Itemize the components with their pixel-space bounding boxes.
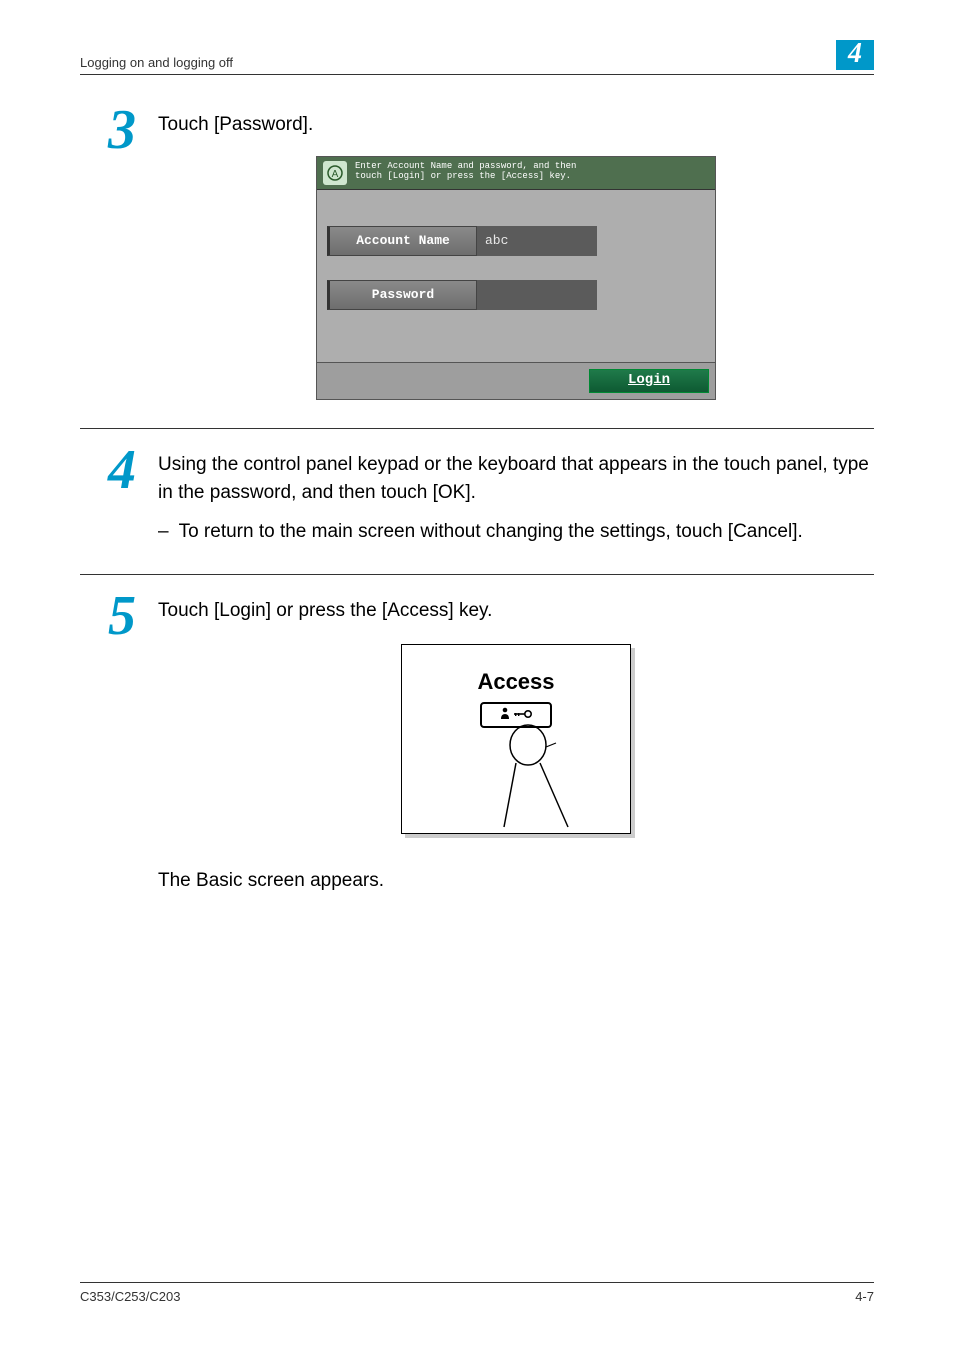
step-number: 4 bbox=[80, 445, 136, 495]
step-4: 4 Using the control panel keypad or the … bbox=[80, 445, 874, 576]
svg-text:A: A bbox=[332, 169, 339, 180]
step-text: Using the control panel keypad or the ke… bbox=[158, 454, 869, 504]
footer-model: C353/C253/C203 bbox=[80, 1289, 180, 1304]
password-value bbox=[477, 280, 597, 310]
password-button[interactable]: Password bbox=[327, 280, 477, 310]
footer-page: 4-7 bbox=[855, 1289, 874, 1304]
access-key-label: Access bbox=[477, 665, 554, 698]
panel-instruction: Enter Account Name and password, and the… bbox=[355, 161, 576, 183]
step-number: 5 bbox=[80, 591, 136, 641]
key-icon bbox=[514, 706, 532, 724]
chapter-number: 4 bbox=[836, 40, 874, 70]
step-sub-bullet: – To return to the main screen without c… bbox=[158, 518, 874, 547]
panel-info-icon: A bbox=[323, 161, 347, 185]
step-3: 3 Touch [Password]. A Enter Account Name… bbox=[80, 105, 874, 429]
login-button[interactable]: Login bbox=[589, 369, 709, 393]
section-title: Logging on and logging off bbox=[80, 55, 233, 70]
page-footer: C353/C253/C203 4-7 bbox=[80, 1282, 874, 1304]
step-number: 3 bbox=[80, 105, 136, 155]
step-5: 5 Touch [Login] or press the [Access] ke… bbox=[80, 591, 874, 920]
account-name-value: abc bbox=[477, 226, 597, 256]
account-name-button[interactable]: Account Name bbox=[327, 226, 477, 256]
touch-panel-screenshot: A Enter Account Name and password, and t… bbox=[316, 156, 716, 400]
step-text: Touch [Password]. bbox=[158, 114, 313, 135]
step-result: The Basic screen appears. bbox=[158, 870, 874, 892]
person-icon bbox=[500, 706, 510, 724]
finger-press-icon bbox=[498, 723, 588, 833]
step-text: Touch [Login] or press the [Access] key. bbox=[158, 600, 492, 621]
page-header: Logging on and logging off 4 bbox=[80, 40, 874, 75]
access-key-illustration: Access bbox=[401, 644, 631, 834]
